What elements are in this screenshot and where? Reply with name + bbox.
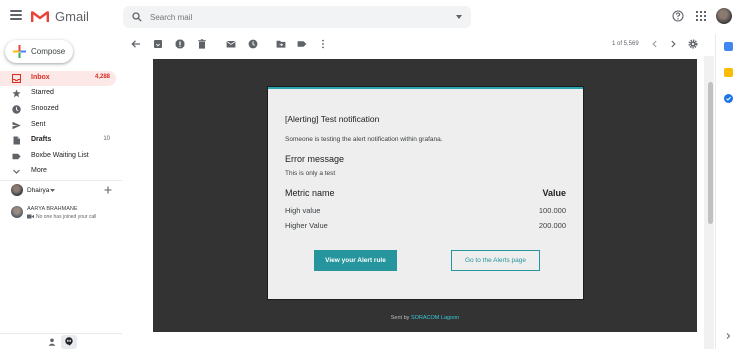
older-chevron-right-icon[interactable] [668,39,678,49]
metric-name-cell: High value [285,206,321,215]
sidebar-item-label: Starred [31,89,54,96]
footer-prefix: Sent by [390,315,410,321]
sidebar: Compose Inbox 4,288 Starred Snoozed Sent [0,34,122,349]
calendar-icon[interactable] [724,42,733,51]
clock-icon [12,105,21,114]
sidebar-item-label: Inbox [31,74,50,81]
search-icon[interactable] [132,12,142,22]
footer-link[interactable]: SORACOM Lagoon [411,315,459,321]
delete-icon[interactable] [197,39,207,49]
unread-count: 4,288 [94,74,110,80]
view-alert-rule-button[interactable]: View your Alert rule [314,250,397,271]
sidebar-item-label: Sent [31,121,46,128]
search-input[interactable] [150,9,440,25]
sidebar-item-label: Snoozed [31,105,59,112]
more-vert-icon[interactable] [318,39,328,49]
divider [0,180,122,181]
metric-name-cell: Higher Value [285,221,328,230]
labels-icon[interactable] [297,39,307,49]
sidebar-item-drafts[interactable]: Drafts 10 [0,133,116,148]
contact-name[interactable]: AARYA BRAHMANE [27,206,78,212]
compose-button[interactable]: Compose [5,40,73,63]
compose-label: Compose [31,47,66,56]
sidebar-item-more[interactable]: More [0,164,116,179]
mark-unread-icon[interactable] [226,39,236,49]
sidebar-item-label: Boxbe Waiting List [31,152,89,159]
star-icon [12,89,21,98]
newer-chevron-left-icon[interactable] [650,39,660,49]
expand-panel-chevron-icon[interactable] [724,332,732,340]
chevron-down-icon [13,169,20,174]
sidebar-item-label: More [31,167,47,174]
back-arrow-icon[interactable] [131,39,141,49]
archive-icon[interactable] [153,39,163,49]
search-options-icon[interactable] [456,15,462,19]
keep-icon[interactable] [724,68,733,77]
hangouts-icon[interactable] [65,337,73,346]
plus-icon [13,45,26,58]
hangouts-user-name[interactable]: Dhairya [27,187,49,194]
metric-value-cell: 100.000 [538,206,566,215]
metric-value-cell: 200.000 [538,221,566,230]
contact-avatar[interactable] [11,206,23,218]
help-icon[interactable] [672,10,684,22]
sidebar-item-inbox[interactable]: Inbox 4,288 [0,71,116,86]
error-message: This is only a test [285,170,336,177]
divider [0,333,122,334]
settings-gear-icon[interactable] [688,39,698,49]
email-body: [Alerting] Test notification Someone is … [153,59,697,332]
app-name[interactable]: Gmail [55,9,89,24]
sidebar-item-sent[interactable]: Sent [0,118,116,133]
apps-grid-icon[interactable] [695,10,707,22]
alert-title: [Alerting] Test notification [285,114,380,124]
sidebar-item-snoozed[interactable]: Snoozed [0,102,116,117]
sidebar-item-label: Drafts [31,136,52,143]
account-avatar[interactable] [716,8,732,24]
metric-name-header: Metric name [285,188,335,198]
video-call-icon [27,214,34,219]
gmail-logo-icon[interactable] [31,10,49,23]
alert-description: Someone is testing the alert notificatio… [285,136,443,143]
top-bar: Gmail [0,0,740,34]
search-bar[interactable] [123,6,471,28]
error-heading: Error message [285,154,345,164]
main-menu-icon[interactable] [10,10,22,20]
value-header: Value [542,188,566,198]
hangouts-user-avatar[interactable] [11,184,23,196]
move-to-icon[interactable] [276,39,286,49]
send-icon [12,121,21,130]
report-spam-icon[interactable] [175,39,185,49]
go-to-alerts-page-button[interactable]: Go to the Alerts page [451,250,540,271]
drafts-count: 10 [103,136,110,142]
email-footer: Sent by SORACOM Lagoon [153,315,697,321]
alert-card: [Alerting] Test notification Someone is … [268,87,583,299]
sidebar-item-starred[interactable]: Starred [0,86,116,101]
label-icon [12,153,21,160]
inbox-icon [12,74,21,83]
caret-down-icon[interactable] [50,189,55,192]
scrollbar-thumb[interactable] [708,82,713,224]
person-icon[interactable] [48,338,56,346]
snooze-icon[interactable] [248,39,258,49]
side-panel [715,34,740,349]
tasks-icon[interactable] [724,94,733,103]
contact-status: No one has joined your call [36,214,97,220]
message-toolbar: 1 of 5,569 [122,34,704,56]
pagination-text: 1 of 5,569 [612,41,639,47]
draft-icon [13,136,20,145]
sidebar-item-boxbe-waiting-list[interactable]: Boxbe Waiting List [0,149,116,164]
add-contact-icon[interactable] [104,186,112,194]
